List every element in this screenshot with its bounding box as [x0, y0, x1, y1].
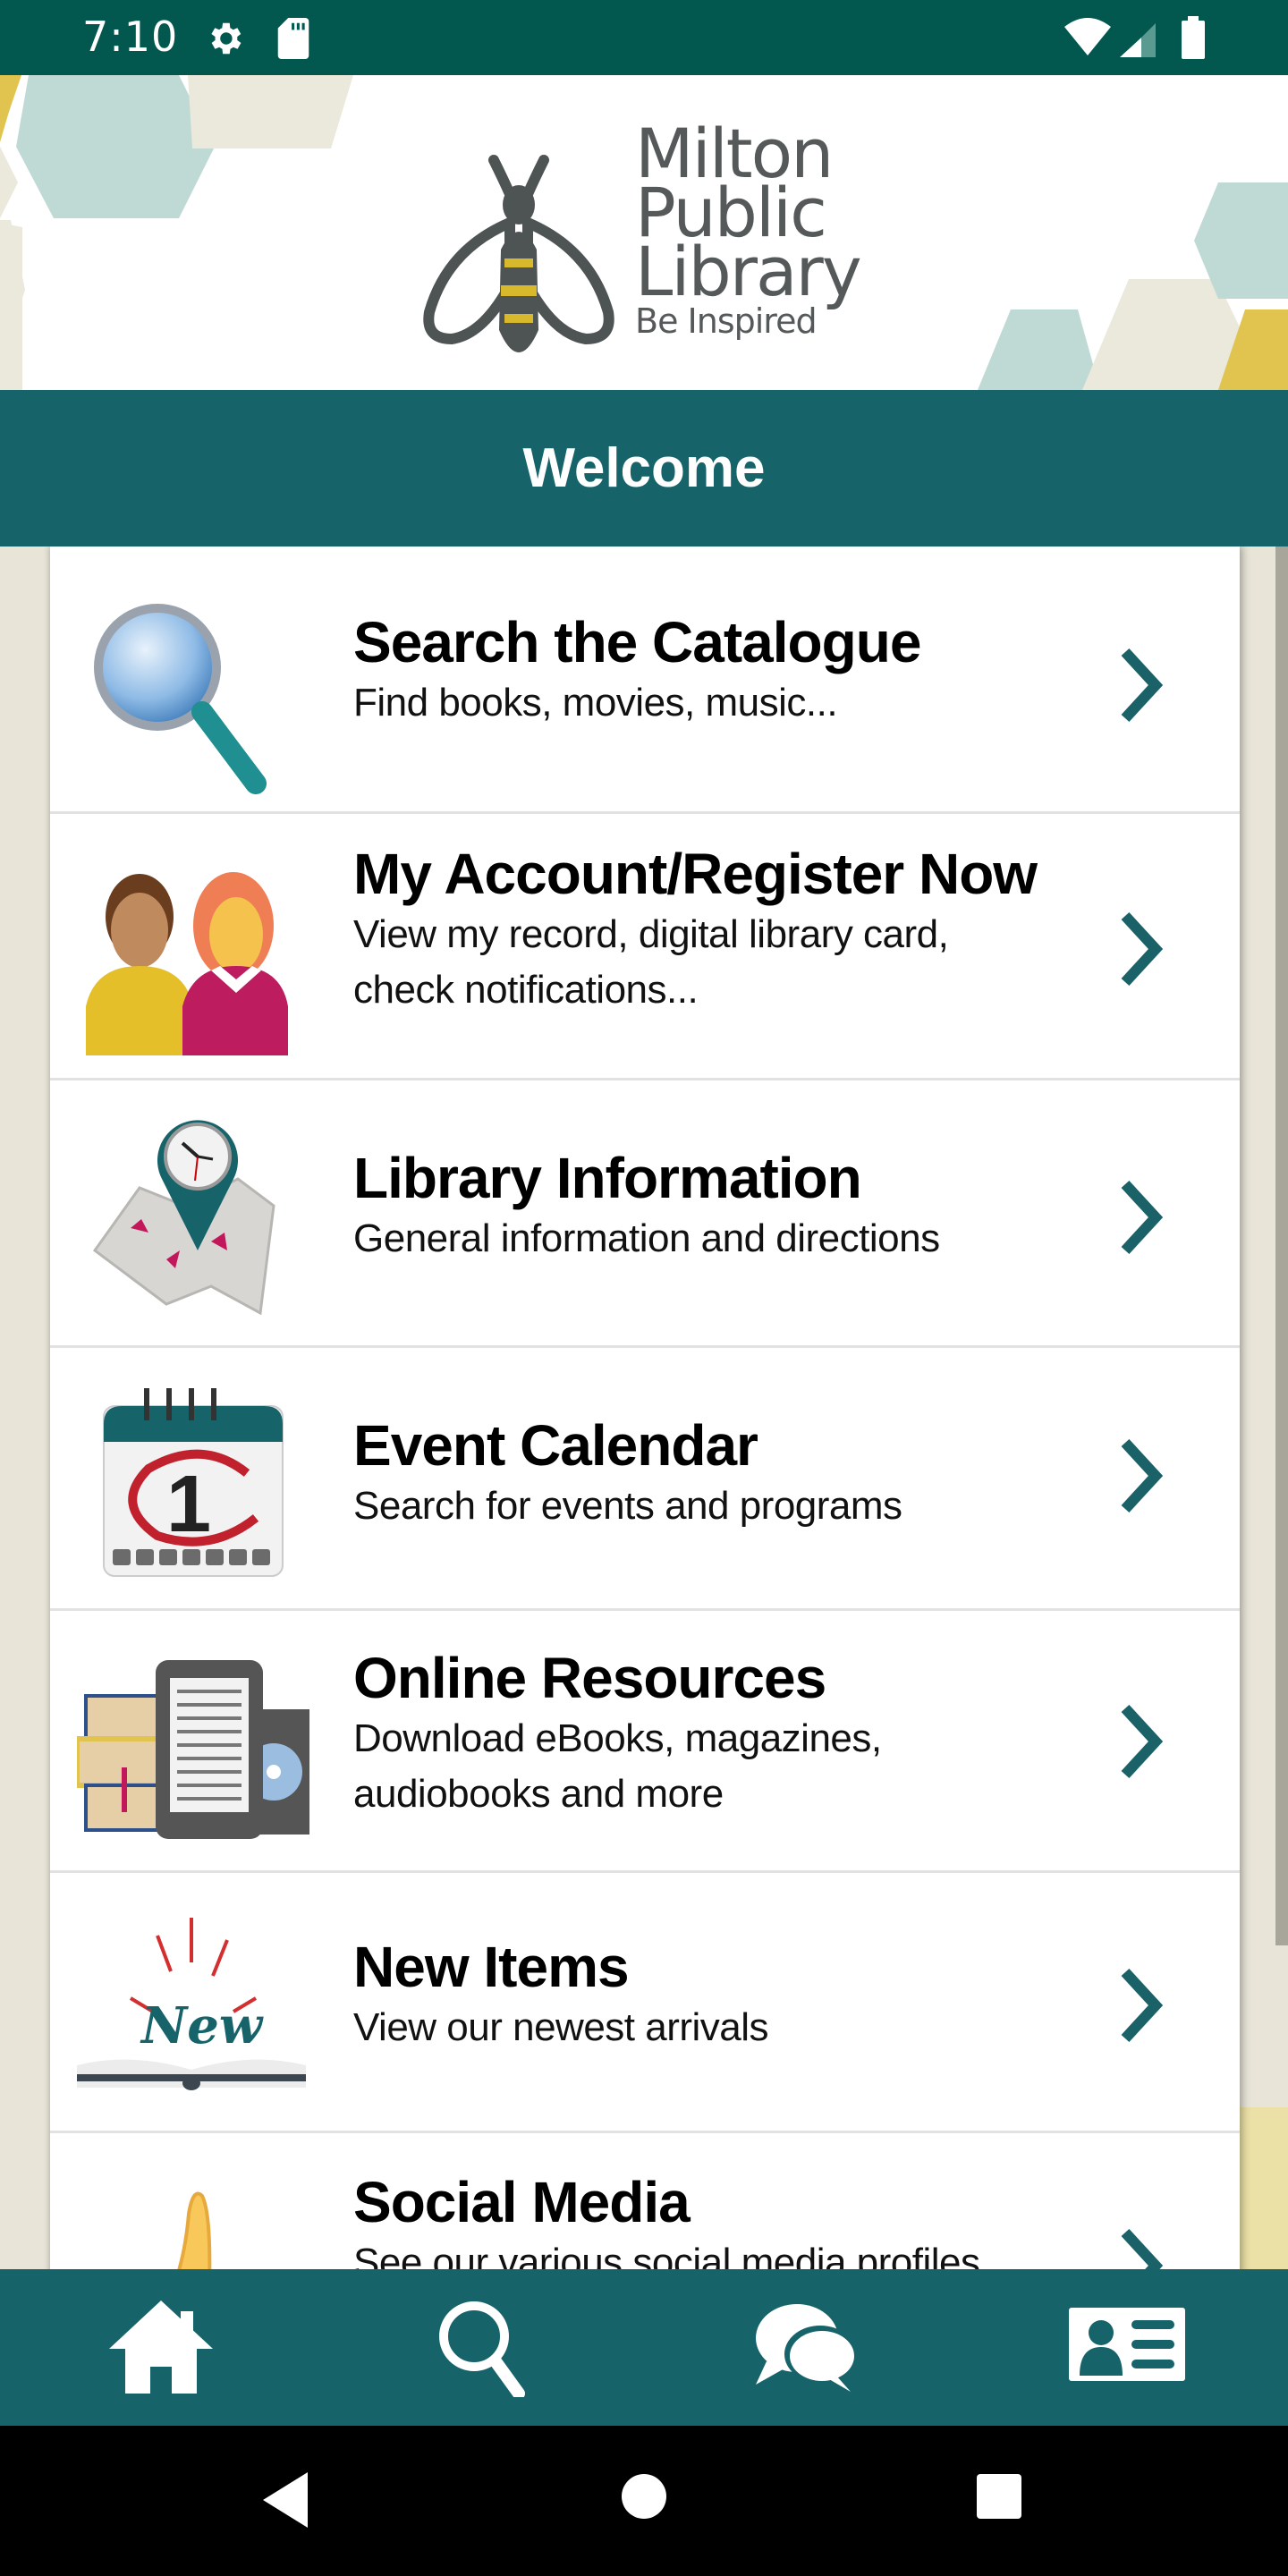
chevron-right-icon	[1121, 2228, 1164, 2269]
sd-card-icon	[277, 18, 309, 64]
menu-item-title: Event Calendar	[353, 1413, 758, 1478]
chevron-right-icon	[1121, 1704, 1164, 1779]
system-navigation-bar	[0, 2426, 1288, 2576]
back-icon[interactable]	[259, 2470, 313, 2529]
menu-item-online-resources[interactable]: Online Resources Download eBooks, magazi…	[50, 1611, 1240, 1873]
menu-item-title: My Account/Register Now	[353, 842, 1038, 906]
chevron-right-icon	[1121, 1968, 1164, 2043]
menu-item-text: Library Information General information …	[353, 1145, 1097, 1267]
ebook-reader-icon	[77, 1660, 309, 1839]
new-book-icon: New	[77, 1918, 306, 2090]
nav-search-button[interactable]	[322, 2269, 644, 2426]
cellular-signal-icon	[1118, 20, 1157, 64]
menu-item-text: Social Media See our various social medi…	[353, 2169, 1097, 2269]
svg-text:1: 1	[166, 1460, 211, 1549]
menu-item-event-calendar[interactable]: 1 Event Calendar Search for events and p…	[50, 1348, 1240, 1611]
welcome-bar: Welcome	[0, 390, 1288, 547]
scrollbar[interactable]	[1275, 547, 1288, 1945]
logo-line-3: Library	[635, 232, 862, 311]
logo-wordmark: Milton Public Library Be Inspired	[635, 120, 862, 342]
svg-text:New: New	[140, 1996, 264, 2055]
nav-library-card-button[interactable]	[966, 2269, 1288, 2426]
menu-item-subtitle: Download eBooks, magazines,	[353, 1716, 882, 1760]
library-card-icon	[1069, 2307, 1185, 2381]
menu-item-text: Online Resources Download eBooks, magazi…	[353, 1645, 1097, 1822]
chevron-right-icon	[1121, 1438, 1164, 1513]
menu-item-title: Search the Catalogue	[353, 610, 921, 674]
menu-item-library-information[interactable]: Library Information General information …	[50, 1080, 1240, 1348]
menu-item-title: Social Media	[353, 2170, 691, 2234]
menu-item-subtitle: Search for events and programs	[353, 1484, 902, 1528]
nav-home-button[interactable]	[0, 2269, 322, 2426]
page-title: Welcome	[522, 437, 766, 499]
menu-item-text: My Account/Register Now View my record, …	[353, 841, 1097, 1018]
menu-list: Search the Catalogue Find books, movies,…	[50, 547, 1240, 2269]
library-logo: Milton Public Library Be Inspired	[420, 120, 886, 357]
bee-icon	[423, 155, 614, 352]
menu-item-subtitle: check notifications...	[353, 968, 699, 1012]
menu-container: Search the Catalogue Find books, movies,…	[0, 547, 1288, 2269]
menu-item-title: Library Information	[353, 1146, 862, 1210]
calendar-icon: 1	[103, 1388, 284, 1577]
menu-item-subtitle: General information and directions	[353, 1216, 940, 1260]
bottom-nav	[0, 2269, 1288, 2426]
header-banner: Milton Public Library Be Inspired	[0, 75, 1288, 390]
menu-item-new-items[interactable]: New New Items View our newest arrivals	[50, 1873, 1240, 2133]
thumbs-up-icon	[177, 2191, 212, 2269]
menu-item-social-media[interactable]: Social Media See our various social medi…	[50, 2133, 1240, 2269]
settings-gear-icon	[204, 18, 245, 64]
menu-item-my-account[interactable]: My Account/Register Now View my record, …	[50, 814, 1240, 1080]
menu-item-text: New Items View our newest arrivals	[353, 1934, 1097, 2055]
recents-icon[interactable]	[975, 2472, 1023, 2521]
menu-item-subtitle: View our newest arrivals	[353, 2005, 769, 2049]
chevron-right-icon	[1121, 1180, 1164, 1255]
home-icon	[109, 2300, 213, 2394]
menu-item-search-catalogue[interactable]: Search the Catalogue Find books, movies,…	[50, 547, 1240, 814]
menu-item-subtitle: See our various social media profiles	[353, 2241, 980, 2269]
wifi-icon	[1063, 16, 1113, 62]
menu-item-text: Search the Catalogue Find books, movies,…	[353, 609, 1097, 731]
nav-chat-button[interactable]	[644, 2269, 966, 2426]
battery-icon	[1181, 16, 1206, 64]
chat-icon	[756, 2303, 856, 2392]
menu-item-title: New Items	[353, 1935, 630, 1999]
chevron-right-icon	[1121, 911, 1164, 987]
menu-item-title: Online Resources	[353, 1646, 826, 1710]
home-circle-icon[interactable]	[620, 2472, 668, 2521]
menu-item-subtitle: Find books, movies, music...	[353, 681, 838, 724]
chevron-right-icon	[1121, 648, 1164, 723]
menu-item-text: Event Calendar Search for events and pro…	[353, 1412, 1097, 1534]
search-icon	[439, 2301, 525, 2397]
magnifier-icon	[94, 604, 267, 794]
map-clock-pin-icon	[92, 1120, 275, 1316]
menu-item-subtitle: View my record, digital library card,	[353, 912, 949, 956]
status-time: 7:10	[82, 13, 179, 61]
people-icon	[86, 872, 288, 1055]
menu-item-subtitle: audiobooks and more	[353, 1772, 724, 1816]
status-bar: 7:10	[0, 0, 1288, 75]
